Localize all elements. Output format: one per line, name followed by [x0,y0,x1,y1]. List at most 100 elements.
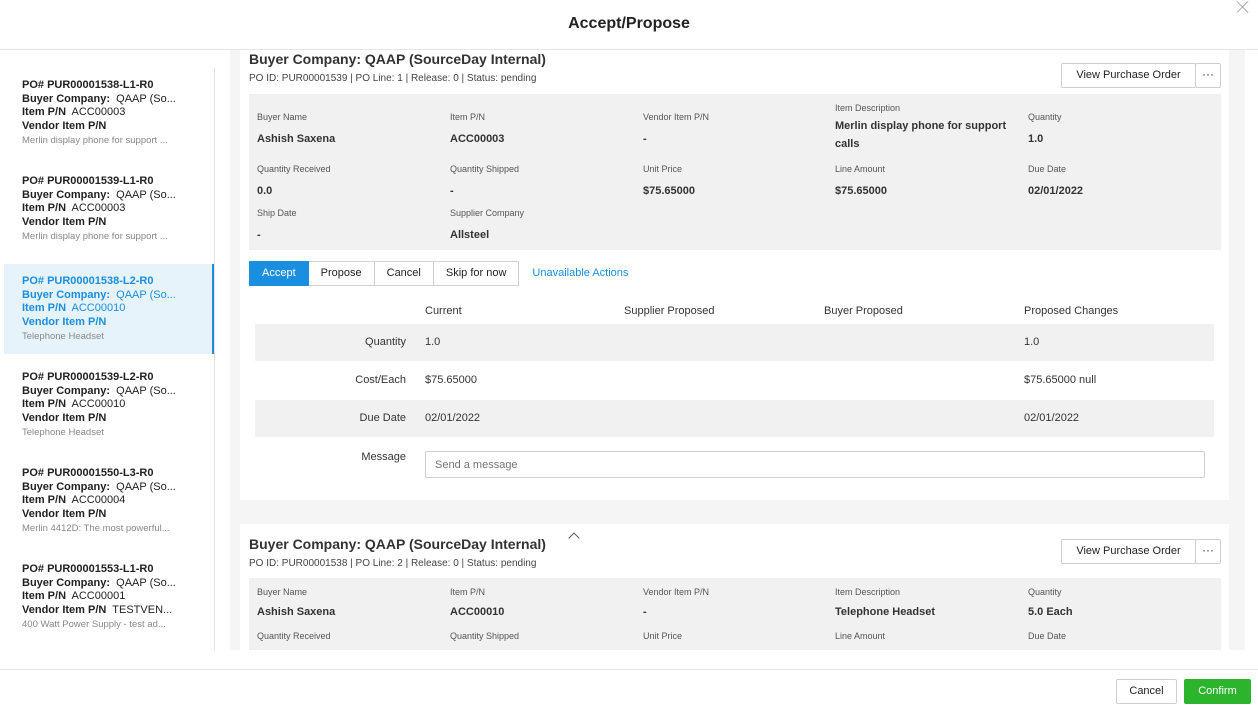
field-quantity: Quantity 5.0 Each [1028,587,1073,618]
field-due-date: Due Date 02/01/2022 [1028,164,1084,197]
detail-pane: Buyer Company: QAAP (SourceDay Internal)… [230,50,1245,650]
field-line-amount: Line Amount $75.65000 [835,164,887,197]
message-label: Message [361,451,406,463]
skip-for-now-button[interactable]: Skip for now [433,261,520,286]
field-quantity-shipped: Quantity Shipped [450,631,520,641]
modal-footer: Cancel Confirm [0,669,1258,708]
confirm-button[interactable]: Confirm [1184,679,1251,704]
buyer-value: QAAP (So... [116,288,176,301]
close-icon[interactable] [1235,0,1251,16]
field-vendor-pn: Vendor Item P/N - [643,112,710,145]
po-number: PO# PUR00001539-L2-R0 [22,371,154,383]
card-title: Buyer Company: QAAP (SourceDay Internal) [249,536,546,552]
item-value: ACC00010 [71,398,126,410]
cancel-action-button[interactable]: Cancel [374,261,434,286]
buyer-label: Buyer Company: [22,576,111,589]
accept-button[interactable]: Accept [249,261,309,286]
buyer-label: Buyer Company: [22,188,111,201]
vendor-label: Vendor Item P/N [22,603,107,616]
buyer-label: Buyer Company: [22,288,111,301]
item-value: ACC00003 [71,202,126,214]
buyer-value: QAAP (So... [116,92,176,105]
details-grid: Buyer Name Ashish Saxena Item P/N ACC00010… [249,578,1221,650]
po-line-card: Buyer Company: QAAP (SourceDay Internal)… [240,50,1229,500]
po-number: PO# PUR00001550-L3-R0 [22,467,154,479]
po-number: PO# PUR00001538-L2-R0 [22,275,154,287]
field-quantity: Quantity 1.0 [1028,112,1062,145]
field-line-amount: Line Amount [835,631,886,641]
item-value: ACC00004 [71,494,126,506]
item-desc: Merlin display phone for support ... [22,231,168,242]
view-purchase-order-button[interactable]: View Purchase Order [1061,63,1196,88]
list-item[interactable]: PO# PUR00001553-L1-R0 Buyer Company: QAA… [4,552,214,642]
buyer-label: Buyer Company: [22,92,111,105]
field-quantity-shipped: Quantity Shipped - [450,164,520,197]
field-item-pn: Item P/N ACC00010 [450,587,505,618]
header-current: Current [425,305,462,317]
po-number: PO# PUR00001539-L1-R0 [22,175,154,187]
header-supplier-proposed: Supplier Proposed [624,305,715,317]
vendor-value: TESTVEN... [112,603,173,616]
chevron-up-icon[interactable] [568,532,580,544]
details-grid: Buyer Name Ashish Saxena Item P/N ACC00003… [249,94,1221,250]
card-title: Buyer Company: QAAP (SourceDay Internal) [249,51,546,67]
field-supplier-company: Supplier Company Allsteel [450,208,525,241]
list-item[interactable]: PO# PUR00001538-L1-R0 Buyer Company: QAA… [4,68,214,158]
cancel-button[interactable]: Cancel [1116,679,1177,704]
item-desc: Telephone Headset [22,427,104,438]
vendor-label: Vendor Item P/N [22,507,107,520]
field-unit-price: Unit Price $75.65000 [643,164,695,197]
buyer-value: QAAP (So... [116,188,176,201]
list-item[interactable]: PO# PUR00001550-L3-R0 Buyer Company: QAA… [4,456,214,546]
po-line-card: Buyer Company: QAAP (SourceDay Internal)… [240,524,1229,650]
field-buyer-name: Buyer Name Ashish Saxena [257,112,336,145]
field-buyer-name: Buyer Name Ashish Saxena [257,587,336,618]
item-label: Item P/N [22,398,67,410]
message-input[interactable] [425,451,1205,478]
field-due-date: Due Date [1028,631,1067,641]
item-desc: 400 Watt Power Supply - test ad... [22,619,166,630]
vendor-label: Vendor Item P/N [22,215,107,228]
vendor-label: Vendor Item P/N [22,315,107,328]
propose-button[interactable]: Propose [308,261,375,286]
modal-title: Accept/Propose [568,15,690,32]
list-item[interactable]: PO# PUR00001539-L1-R0 Buyer Company: QAA… [4,164,214,254]
buyer-value: QAAP (So... [116,576,176,589]
view-purchase-order-button[interactable]: View Purchase Order [1061,539,1196,564]
field-ship-date: Ship Date - [257,208,297,241]
item-label: Item P/N [22,494,67,506]
card-subtitle: PO ID: PUR00001539 | PO Line: 1 | Releas… [249,73,537,84]
item-desc: Merlin 4412D: The most powerful... [22,523,170,534]
list-item-selected[interactable]: PO# PUR00001538-L2-R0 Buyer Company: QAA… [4,264,214,354]
compare-row-cost: Cost/Each $75.65000 $75.65000 null [355,374,1097,386]
field-quantity-received: Quantity Received 0.0 [257,164,331,197]
more-actions-button[interactable]: ··· [1195,63,1221,88]
compare-row-quantity: Quantity 1.0 1.0 [255,324,1214,361]
card-subtitle: PO ID: PUR00001538 | PO Line: 2 | Releas… [249,558,537,569]
field-unit-price: Unit Price [643,631,683,641]
action-button-group: Accept Propose Cancel Skip for now Unava… [249,261,628,286]
po-number: PO# PUR00001553-L1-R0 [22,563,154,575]
item-value: ACC00010 [71,302,126,314]
unavailable-actions-link[interactable]: Unavailable Actions [532,261,628,286]
list-item[interactable]: PO# PUR00001539-L2-R0 Buyer Company: QAA… [4,360,214,450]
item-desc: Merlin display phone for support ... [22,135,168,146]
vendor-label: Vendor Item P/N [22,411,107,424]
more-actions-button[interactable]: ··· [1195,539,1221,564]
item-desc: Telephone Headset [22,331,104,342]
item-label: Item P/N [22,202,67,214]
vendor-label: Vendor Item P/N [22,119,107,132]
modal-header: Accept/Propose [0,0,1258,50]
buyer-value: QAAP (So... [116,480,176,493]
buyer-label: Buyer Company: [22,384,111,397]
item-label: Item P/N [22,106,67,118]
po-number: PO# PUR00001538-L1-R0 [22,79,154,91]
field-item-description: Item Description Merlin display phone for… [835,103,1007,150]
po-line-list: PO# PUR00001538-L1-R0 Buyer Company: QAA… [0,68,215,650]
buyer-label: Buyer Company: [22,480,111,493]
field-quantity-received: Quantity Received [257,631,331,641]
compare-row-due-date: Due Date 02/01/2022 02/01/2022 [255,400,1214,437]
header-buyer-proposed: Buyer Proposed [824,305,903,317]
item-label: Item P/N [22,590,67,602]
item-value: ACC00003 [71,106,126,118]
